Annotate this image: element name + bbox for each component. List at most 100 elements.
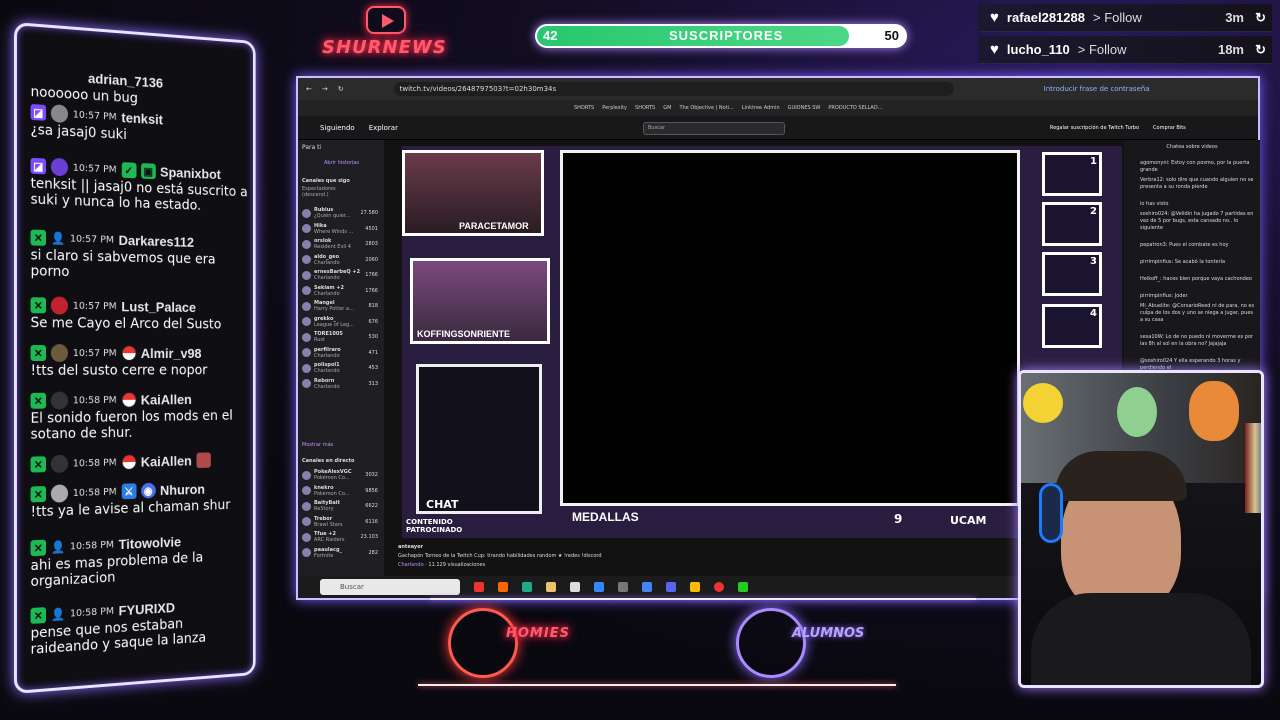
edge-icon[interactable]: [522, 582, 532, 592]
chat-text: Se me Cayo el Arco del Susto: [30, 315, 222, 333]
twitch-chat-line: sesa10W: Lo de no puedo ni moverme es po…: [1140, 334, 1254, 347]
twitch-search-input[interactable]: Buscar: [643, 122, 785, 135]
bookmark-item[interactable]: Perplexity: [602, 105, 627, 111]
video-area[interactable]: [560, 150, 1020, 506]
sidebar-channel[interactable]: PokeAlexVGC Pokémon Co... 3032: [302, 468, 380, 482]
channel-viewers: 6622: [365, 503, 378, 509]
nav-browse[interactable]: Explorar: [369, 124, 398, 132]
open-history-link[interactable]: Abrir historias: [324, 160, 359, 166]
twitch-chat-line: pepatron3: Pues el combate es hoy: [1140, 242, 1229, 248]
dragonair-plush: [1117, 387, 1157, 437]
app-icon[interactable]: [618, 582, 628, 592]
sub-goal-label: SUSCRIPTORES: [669, 28, 784, 43]
cam-label: KOFFINGSONRIENTE: [417, 329, 511, 339]
follow-action: > Follow: [1092, 10, 1142, 25]
bookmark-item[interactable]: The Objective | Noti...: [679, 105, 733, 111]
nav-following[interactable]: Siguiendo: [320, 124, 355, 132]
password-hint[interactable]: Introducir frase de contraseña: [1044, 85, 1150, 93]
sidebar-channel[interactable]: knekro Pokémon Co... 9856: [302, 484, 380, 498]
taskbar-search[interactable]: Buscar: [320, 579, 460, 595]
sidebar-channel[interactable]: Tfue +2 ARC Raiders 23.103: [302, 530, 380, 544]
divider-line: [418, 684, 896, 686]
channel-viewers: 27.580: [360, 210, 379, 216]
url-field[interactable]: twitch.tv/videos/2648797503?t=02h30m34s: [393, 82, 954, 96]
chat-username: Spanixbot: [160, 163, 221, 183]
pokeball-icon[interactable]: [714, 582, 724, 592]
discord-icon[interactable]: [666, 582, 676, 592]
app-icon[interactable]: [594, 582, 604, 592]
streamer-body: [1031, 593, 1251, 685]
bits-button[interactable]: Comprar Bits: [1153, 125, 1186, 131]
sidebar-channel[interactable]: Trebor Brawl Stars 6116: [302, 515, 380, 529]
bookmark-item[interactable]: GUIONES SW: [788, 105, 821, 111]
sidebar-channel[interactable]: perfiIraro Charlando 471: [302, 346, 380, 360]
chat-time: 10:57 PM: [72, 162, 117, 176]
sidebar-channel[interactable]: Reborn Charlando 313: [302, 377, 380, 391]
twitch-chat-line: pirrimpinfius: Joder: [1140, 293, 1188, 299]
turbo-button[interactable]: Regalar suscripción de Twitch Turbo: [1050, 125, 1139, 131]
sidebar-channel[interactable]: ernesBarbeQ +2 Charlando 1766: [302, 268, 380, 282]
stream-views: 11.129 visualizaciones: [428, 562, 486, 568]
sidebar-channel[interactable]: aldo_geo Charlando 2060: [302, 253, 380, 267]
user-icon: 👤: [50, 606, 66, 622]
chat-username: KaiAllen: [140, 391, 192, 408]
chat-time: 10:58 PM: [69, 605, 114, 620]
sidebar-channel[interactable]: Hika Where Winds ... 4501: [302, 222, 380, 236]
brave-icon[interactable]: [474, 582, 484, 592]
avatar: [50, 391, 69, 410]
sidebar-channel[interactable]: Sekiam +2 Charlando 1766: [302, 284, 380, 298]
sub-badge-icon: ✕: [30, 297, 47, 314]
streamer-name[interactable]: anteayer: [398, 544, 602, 550]
sidebar-channel[interactable]: Mangel Harry Potter a... 818: [302, 299, 380, 313]
reload-icon[interactable]: ↻: [338, 85, 344, 93]
sidebar-channel[interactable]: BaityBait ReStory 6622: [302, 499, 380, 513]
chat-time: 10:57 PM: [72, 347, 117, 359]
folder-icon[interactable]: [546, 582, 556, 592]
bookmark-item[interactable]: PRODUCTO SELLAD...: [828, 105, 882, 111]
app-icon[interactable]: [690, 582, 700, 592]
opera-icon[interactable]: [498, 582, 508, 592]
sidebar-channel[interactable]: grekko_ League of Leg... 676: [302, 315, 380, 329]
channel-avatar: [302, 239, 311, 249]
app-icon[interactable]: [738, 582, 748, 592]
sidebar-channel[interactable]: paaulacg_ Fortnite 282: [302, 546, 380, 560]
channel-game: Brawl Stars: [314, 521, 343, 528]
chrome-icon[interactable]: [642, 582, 652, 592]
channel-avatar: [302, 363, 311, 373]
chat-message: ◪ 10:57 PM ✓ ▣ Spanixbot tenksit || jasaj0 n…: [30, 156, 248, 216]
charmander-plush: [1189, 381, 1239, 441]
show-more-link[interactable]: Mostrar más: [302, 442, 333, 448]
chat-time: 10:58 PM: [69, 539, 114, 552]
channel-avatar: [302, 470, 311, 480]
sidebar-channel[interactable]: polispol1 Charlando 453: [302, 361, 380, 375]
back-icon[interactable]: ←: [306, 85, 312, 93]
chat-message: ✕ 10:57 PM Almir_v98 !tts del susto cerre …: [30, 343, 248, 379]
sidebar-channel[interactable]: Rubius ¿Quién quier... 27.580: [302, 206, 380, 220]
channel-viewers: 471: [368, 349, 378, 356]
chat-time: 10:57 PM: [72, 300, 117, 312]
store-icon[interactable]: [570, 582, 580, 592]
channel-game: ReStory: [314, 506, 334, 512]
bookmark-item[interactable]: SHORTS: [574, 105, 594, 111]
chat-message: ✕ 10:58 PM ⚔ ◉ Nhuron !tts ya le avise al ch…: [30, 478, 248, 520]
channel-game: ¿Quién quier...: [314, 213, 351, 219]
sidebar-channel[interactable]: TORE1005 Rust 530: [302, 330, 380, 344]
channel-viewers: 676: [368, 318, 378, 325]
bookmark-item[interactable]: SHORTS: [635, 105, 655, 111]
refresh-icon: ↻: [1255, 41, 1266, 57]
chat-message: ✕ 👤 10:58 PM Titowolvie ahi es mas problema…: [30, 529, 248, 590]
mod-badge-icon: ⚔: [121, 483, 137, 500]
channel-avatar: [302, 532, 311, 542]
slot-3: 3: [1042, 252, 1102, 296]
forward-icon[interactable]: →: [322, 85, 328, 93]
bookmark-item[interactable]: Linktree Admin: [742, 105, 780, 111]
bookmark-item[interactable]: GM: [663, 105, 671, 111]
shurnews-logo: SHURNEWS: [322, 37, 447, 58]
stream-category[interactable]: Charlando: [398, 562, 424, 568]
video-player[interactable]: PARACETAMOR KOFFINGSONRIENTE CHAT CONTEN…: [402, 146, 1122, 538]
sub-goal-current: 42: [543, 28, 558, 43]
sidebar-channel[interactable]: orslok Resident Evil 4 2803: [302, 237, 380, 251]
streamer-webcam: [1018, 370, 1264, 688]
emote-icon: [196, 452, 211, 469]
chat-text: !tts del susto cerre e nopor: [30, 362, 208, 379]
